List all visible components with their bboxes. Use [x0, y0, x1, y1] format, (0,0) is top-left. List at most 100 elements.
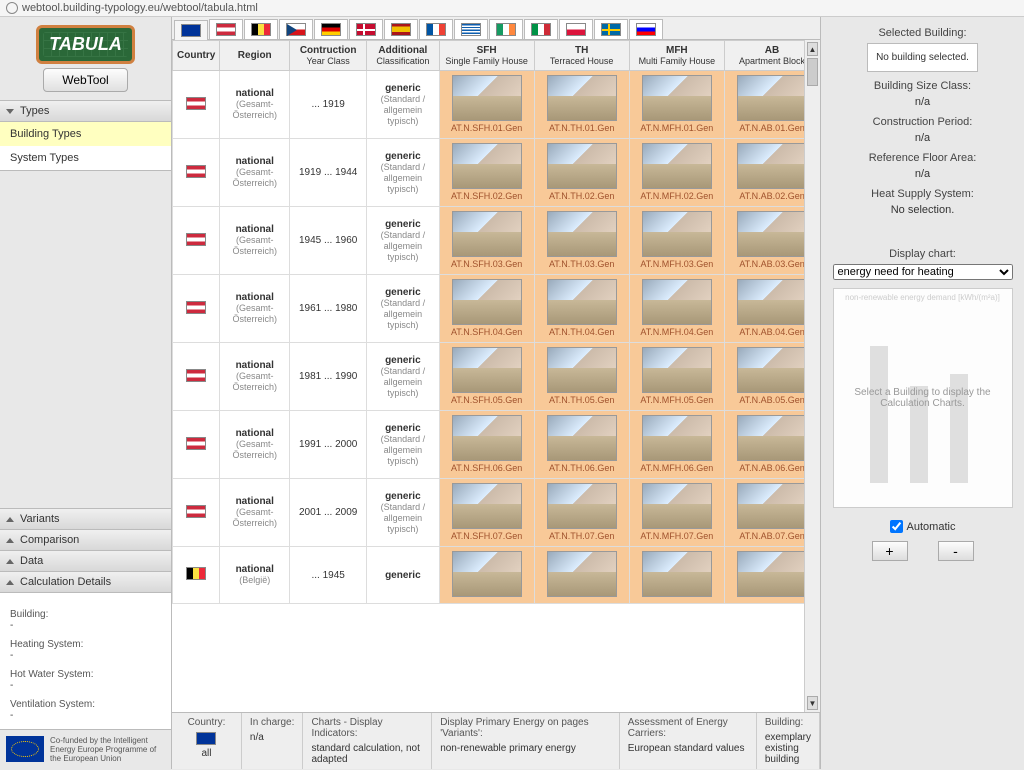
building-code: AT.N.MFH.04.Gen	[640, 327, 713, 337]
building-code: AT.N.TH.07.Gen	[549, 531, 614, 541]
chart-placeholder: non-renewable energy demand [kWh/(m²a)] …	[833, 288, 1013, 508]
building-cell[interactable]: AT.N.MFH.03.Gen	[629, 207, 724, 275]
url-bar: webtool.building-typology.eu/webtool/tab…	[0, 0, 1024, 17]
col-header: ContructionYear Class	[290, 41, 367, 71]
flag-icon-ie	[496, 23, 516, 36]
country-tabs	[172, 17, 820, 40]
building-cell[interactable]: AT.N.SFH.04.Gen	[439, 275, 534, 343]
building-code: AT.N.TH.03.Gen	[549, 259, 614, 269]
building-code: AT.N.TH.02.Gen	[549, 191, 614, 201]
building-cell[interactable]: AT.N.SFH.02.Gen	[439, 139, 534, 207]
acc-variants-header[interactable]: Variants	[0, 509, 171, 530]
building-thumb	[642, 347, 712, 393]
flag-icon	[186, 233, 206, 246]
building-thumb	[452, 211, 522, 257]
building-thumb	[452, 143, 522, 189]
tabula-logo: TABULA	[36, 25, 135, 64]
building-thumb	[737, 347, 807, 393]
building-cell[interactable]: AT.N.SFH.03.Gen	[439, 207, 534, 275]
scroll-down-arrow-icon[interactable]: ▼	[807, 696, 818, 710]
country-tab-dk[interactable]	[349, 19, 383, 39]
country-tab-it[interactable]	[524, 19, 558, 39]
country-tab-se[interactable]	[594, 19, 628, 39]
flag-icon-at	[216, 23, 236, 36]
vertical-scrollbar[interactable]: ▲ ▼	[804, 40, 820, 712]
display-chart-select[interactable]: energy need for heating	[833, 264, 1013, 280]
country-tab-es[interactable]	[384, 19, 418, 39]
scroll-up-arrow-icon[interactable]: ▲	[807, 42, 818, 56]
selected-building-label: Selected Building:	[878, 27, 966, 39]
building-thumb	[547, 143, 617, 189]
building-thumb	[547, 551, 617, 597]
flag-icon-es	[391, 23, 411, 36]
nav-system-types[interactable]: System Types	[0, 146, 171, 170]
building-cell[interactable]	[629, 547, 724, 604]
building-cell[interactable]: AT.N.TH.07.Gen	[534, 479, 629, 547]
building-thumb	[452, 483, 522, 529]
building-code: AT.N.AB.03.Gen	[739, 259, 804, 269]
building-thumb	[642, 75, 712, 121]
eu-flag-icon[interactable]	[196, 732, 216, 745]
flag-icon-it	[531, 23, 551, 36]
table-row: national(Gesamt-Österreich)2001 ... 2009…	[173, 479, 820, 547]
table-row: national(Gesamt-Österreich)... 1919gener…	[173, 71, 820, 139]
col-header: Region	[220, 41, 290, 71]
building-cell[interactable]	[439, 547, 534, 604]
building-code: AT.N.AB.06.Gen	[739, 463, 804, 473]
col-header: SFHSingle Family House	[439, 41, 534, 71]
acc-types-header[interactable]: Types	[0, 101, 171, 122]
country-tab-eu[interactable]	[174, 20, 208, 40]
country-tab-gr[interactable]	[454, 19, 488, 39]
building-cell[interactable]: AT.N.MFH.07.Gen	[629, 479, 724, 547]
calc-details-body: Building:- Heating System:- Hot Water Sy…	[0, 593, 171, 730]
building-cell[interactable]: AT.N.TH.04.Gen	[534, 275, 629, 343]
country-tab-at[interactable]	[209, 19, 243, 39]
building-cell[interactable]: AT.N.MFH.01.Gen	[629, 71, 724, 139]
building-cell[interactable]: AT.N.TH.02.Gen	[534, 139, 629, 207]
building-cell[interactable]: AT.N.SFH.01.Gen	[439, 71, 534, 139]
country-tab-de[interactable]	[314, 19, 348, 39]
building-cell[interactable]: AT.N.MFH.05.Gen	[629, 343, 724, 411]
zoom-plus-button[interactable]: +	[872, 541, 908, 561]
table-row: national(Gesamt-Österreich)1945 ... 1960…	[173, 207, 820, 275]
building-cell[interactable]: AT.N.TH.05.Gen	[534, 343, 629, 411]
automatic-checkbox[interactable]: Automatic	[890, 520, 956, 533]
flag-icon-cz	[286, 23, 306, 36]
iee-credit: Co-funded by the Intelligent Energy Euro…	[0, 730, 171, 769]
typology-grid-wrap[interactable]: CountryRegionContructionYear ClassAdditi…	[172, 40, 820, 712]
country-tab-si[interactable]	[629, 19, 663, 39]
building-thumb	[452, 75, 522, 121]
acc-data-header[interactable]: Data	[0, 551, 171, 572]
building-thumb	[737, 143, 807, 189]
building-cell[interactable]: AT.N.MFH.04.Gen	[629, 275, 724, 343]
building-cell[interactable]: AT.N.MFH.02.Gen	[629, 139, 724, 207]
acc-calc-header[interactable]: Calculation Details	[0, 572, 171, 593]
acc-comparison-header[interactable]: Comparison	[0, 530, 171, 551]
webtool-button[interactable]: WebTool	[43, 68, 127, 92]
building-code: AT.N.AB.05.Gen	[739, 395, 804, 405]
country-tab-ie[interactable]	[489, 19, 523, 39]
building-code: AT.N.AB.07.Gen	[739, 531, 804, 541]
building-thumb	[547, 279, 617, 325]
building-cell[interactable]: AT.N.SFH.05.Gen	[439, 343, 534, 411]
building-cell[interactable]	[534, 547, 629, 604]
country-tab-be[interactable]	[244, 19, 278, 39]
country-tab-cz[interactable]	[279, 19, 313, 39]
building-thumb	[452, 551, 522, 597]
flag-icon-fr	[426, 23, 446, 36]
country-tab-fr[interactable]	[419, 19, 453, 39]
country-tab-pl[interactable]	[559, 19, 593, 39]
building-cell[interactable]: AT.N.MFH.06.Gen	[629, 411, 724, 479]
building-cell[interactable]: AT.N.SFH.07.Gen	[439, 479, 534, 547]
building-cell[interactable]: AT.N.TH.01.Gen	[534, 71, 629, 139]
zoom-minus-button[interactable]: -	[938, 541, 974, 561]
building-cell[interactable]: AT.N.SFH.06.Gen	[439, 411, 534, 479]
scroll-thumb[interactable]	[807, 58, 818, 86]
flag-icon	[186, 165, 206, 178]
nav-building-types[interactable]: Building Types	[0, 122, 171, 146]
building-thumb	[737, 415, 807, 461]
flag-icon	[186, 301, 206, 314]
building-cell[interactable]: AT.N.TH.03.Gen	[534, 207, 629, 275]
building-thumb	[642, 279, 712, 325]
building-cell[interactable]: AT.N.TH.06.Gen	[534, 411, 629, 479]
